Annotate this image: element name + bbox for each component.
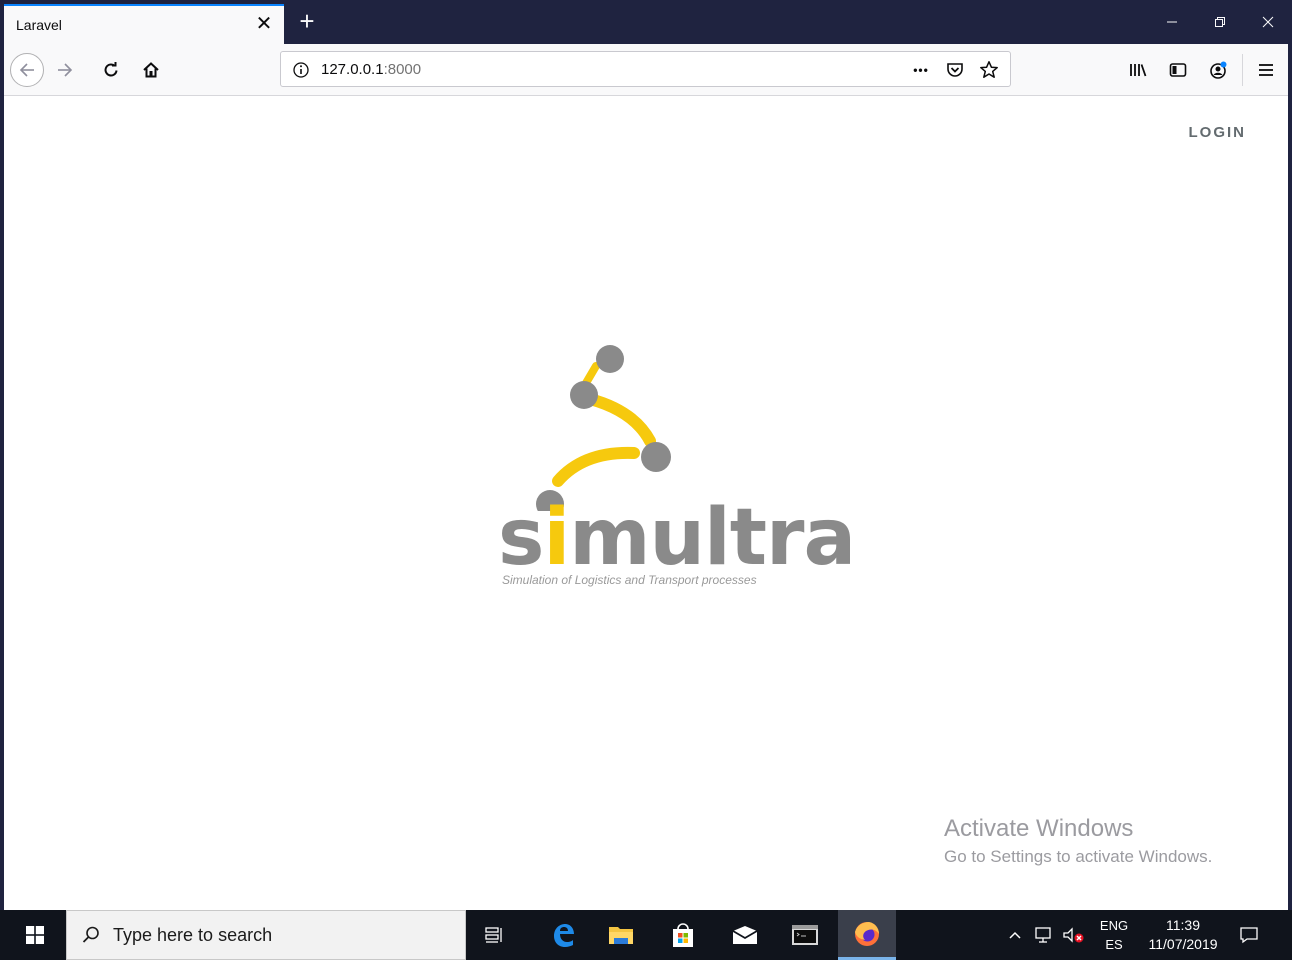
windows-logo-icon bbox=[26, 926, 44, 944]
sidebar-button[interactable] bbox=[1164, 56, 1192, 84]
bookmark-button[interactable] bbox=[974, 57, 1004, 83]
store-bag-icon bbox=[673, 923, 693, 947]
library-button[interactable] bbox=[1124, 56, 1152, 84]
minimize-button[interactable] bbox=[1148, 0, 1196, 44]
close-icon bbox=[1262, 16, 1274, 28]
edge-taskbar-button[interactable] bbox=[534, 910, 592, 960]
more-icon: ••• bbox=[913, 63, 929, 77]
volume-muted-icon bbox=[1063, 927, 1084, 943]
forward-arrow-icon bbox=[58, 63, 73, 77]
star-icon bbox=[980, 61, 998, 78]
chevron-up-icon bbox=[1009, 931, 1021, 939]
window-controls bbox=[1148, 0, 1292, 44]
tab-close-icon[interactable]: ✕ bbox=[254, 14, 274, 34]
windows-taskbar: Type here to search ENG ES 11:39 11/07/2… bbox=[0, 910, 1292, 960]
library-icon bbox=[1130, 64, 1147, 77]
logo-letter-i: i bbox=[543, 493, 570, 583]
browser-tab[interactable]: Laravel ✕ bbox=[4, 4, 284, 44]
activate-subtitle: Go to Settings to activate Windows. bbox=[944, 847, 1213, 866]
logo-letters-multra: multra bbox=[569, 493, 856, 583]
search-icon bbox=[82, 926, 99, 943]
search-placeholder: Type here to search bbox=[113, 924, 273, 945]
url-host: 127.0.0.1 bbox=[321, 61, 384, 78]
taskbar-clock[interactable]: 11:39 11/07/2019 bbox=[1138, 916, 1228, 954]
menu-button[interactable] bbox=[1252, 56, 1280, 84]
home-icon bbox=[143, 62, 159, 78]
navigation-toolbar: 127.0.0.1:8000 ••• bbox=[4, 44, 1288, 96]
language-code: ENG bbox=[1099, 918, 1129, 933]
url-actions: ••• bbox=[906, 57, 1004, 83]
sidebar-icon bbox=[1169, 63, 1187, 77]
toolbar-separator bbox=[1242, 54, 1243, 86]
logo-graphic bbox=[536, 345, 671, 511]
keyboard-layout-code: ES bbox=[1105, 937, 1123, 952]
account-icon bbox=[1210, 61, 1227, 79]
mail-button[interactable] bbox=[716, 910, 774, 960]
mail-icon bbox=[732, 926, 758, 944]
logo-letter-s: s bbox=[498, 493, 544, 583]
logo-tagline: Simulation of Logistics and Transport pr… bbox=[502, 573, 757, 587]
network-icon bbox=[1035, 927, 1051, 943]
file-explorer-button[interactable] bbox=[592, 910, 650, 960]
pocket-icon bbox=[947, 63, 963, 77]
store-button[interactable] bbox=[654, 910, 712, 960]
tab-strip: Laravel ✕ + bbox=[0, 0, 1292, 44]
back-button[interactable] bbox=[10, 53, 44, 87]
reload-button[interactable] bbox=[94, 53, 128, 87]
activate-windows-watermark: Activate Windows Go to Settings to activ… bbox=[944, 814, 1212, 870]
firefox-icon bbox=[855, 921, 879, 946]
logo-wordmark: simultra bbox=[498, 499, 856, 577]
forward-button[interactable] bbox=[48, 53, 82, 87]
account-button[interactable] bbox=[1204, 56, 1232, 84]
restore-icon bbox=[1215, 17, 1225, 27]
input-language-indicator[interactable]: ENG ES bbox=[1094, 916, 1134, 954]
clock-time: 11:39 bbox=[1166, 917, 1200, 933]
simultra-logo: simultra Simulation of Logistics and Tra… bbox=[494, 341, 856, 591]
home-button[interactable] bbox=[134, 53, 168, 87]
notification-icon bbox=[1240, 927, 1258, 944]
clock-date: 11/07/2019 bbox=[1148, 936, 1218, 952]
task-view-button[interactable] bbox=[466, 910, 524, 960]
folder-icon bbox=[609, 927, 633, 944]
task-view-icon bbox=[485, 927, 502, 943]
page-content: LOGIN simultra Simulation of Logistics a… bbox=[4, 96, 1288, 910]
firefox-taskbar-button[interactable] bbox=[838, 910, 896, 960]
restore-button[interactable] bbox=[1196, 0, 1244, 44]
reload-icon bbox=[104, 62, 118, 77]
edge-icon bbox=[554, 924, 574, 947]
terminal-icon bbox=[792, 925, 818, 945]
url-text[interactable]: 127.0.0.1:8000 bbox=[321, 61, 421, 78]
site-info-icon bbox=[293, 62, 309, 78]
page-actions-button[interactable]: ••• bbox=[906, 57, 936, 83]
terminal-button[interactable] bbox=[776, 910, 834, 960]
url-port: :8000 bbox=[383, 61, 422, 78]
taskbar-search-box[interactable]: Type here to search bbox=[66, 910, 466, 960]
back-arrow-icon bbox=[19, 63, 34, 77]
volume-tray-button[interactable] bbox=[1060, 910, 1088, 960]
new-tab-button[interactable]: + bbox=[292, 6, 322, 38]
action-center-button[interactable] bbox=[1234, 910, 1264, 960]
start-button[interactable] bbox=[4, 910, 66, 960]
close-window-button[interactable] bbox=[1244, 0, 1292, 44]
network-tray-button[interactable] bbox=[1032, 910, 1056, 960]
tab-title: Laravel bbox=[16, 17, 62, 33]
pocket-button[interactable] bbox=[940, 57, 970, 83]
address-bar[interactable]: 127.0.0.1:8000 ••• bbox=[280, 51, 1011, 87]
login-link[interactable]: LOGIN bbox=[1189, 124, 1247, 141]
hamburger-menu-icon bbox=[1259, 64, 1273, 76]
activate-title: Activate Windows bbox=[944, 815, 1134, 842]
show-hidden-icons-button[interactable] bbox=[1004, 910, 1026, 960]
minimize-icon bbox=[1167, 21, 1177, 23]
